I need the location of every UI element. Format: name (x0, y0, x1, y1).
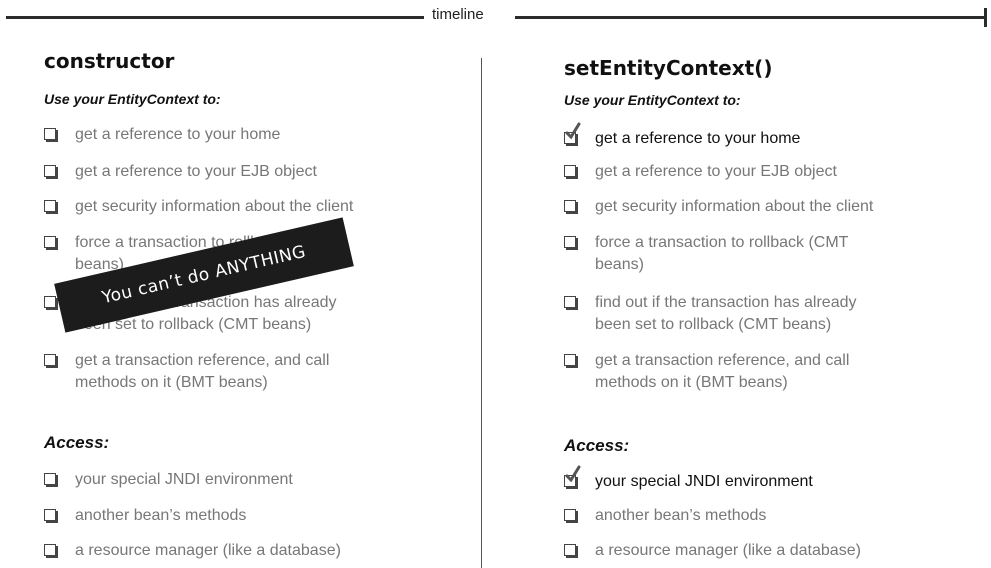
checklist-item-text: another bean’s methods (75, 507, 247, 524)
checkbox-icon (564, 296, 576, 308)
checklist-item-text: get a transaction reference, and call me… (75, 352, 330, 391)
checklist-item-text: get a reference to your EJB object (75, 163, 317, 180)
checklist-item-text: get security information about the clien… (75, 198, 354, 215)
checklist-item-text: a resource manager (like a database) (595, 542, 861, 559)
checkmark-icon (565, 465, 581, 483)
checklist-item-text: your special JNDI environment (595, 473, 813, 490)
checkbox-icon (44, 165, 56, 177)
checkbox-icon (44, 200, 56, 212)
column-divider (481, 58, 482, 568)
checklist-item-text: your special JNDI environment (75, 471, 293, 488)
checklist-item-text: get a reference to your home (75, 126, 281, 143)
checklist-item-text: force a transaction to rollback (CMT bea… (595, 234, 849, 273)
set-entity-context-heading: setEntityContext() (564, 56, 773, 80)
timeline-line-left (6, 16, 424, 19)
checkbox-icon (564, 509, 576, 521)
checkbox-icon (564, 165, 576, 177)
checkbox-icon (44, 128, 56, 140)
checklist-item-text: a resource manager (like a database) (75, 542, 341, 559)
checkbox-icon (564, 354, 576, 366)
checkbox-icon (44, 296, 56, 308)
timeline-label: timeline (432, 6, 484, 23)
context-label: Use your EntityContext to: (564, 92, 741, 108)
checklist-item-text: get security information about the clien… (595, 198, 874, 215)
constructor-heading: constructor (44, 49, 175, 73)
timeline-line-right (515, 16, 984, 19)
checkbox-icon (44, 509, 56, 521)
checklist-item-text: get a reference to your home (595, 130, 801, 147)
checklist-item-text: another bean’s methods (595, 507, 767, 524)
checklist-item-text: get a transaction reference, and call me… (595, 352, 850, 391)
access-label: Access: (44, 433, 110, 452)
checkbox-icon (564, 544, 576, 556)
checkbox-icon (44, 354, 56, 366)
checklist-item-text: find out if the transaction has already … (595, 294, 857, 333)
access-label: Access: (564, 436, 630, 455)
checkbox-icon (44, 473, 56, 485)
checklist-item-text: get a reference to your EJB object (595, 163, 837, 180)
checkbox-icon (44, 236, 56, 248)
timeline-end-cap (984, 8, 987, 27)
checkbox-icon (44, 544, 56, 556)
checkmark-icon (565, 122, 581, 140)
context-label: Use your EntityContext to: (44, 91, 221, 107)
checkbox-icon (564, 200, 576, 212)
checkbox-icon (564, 236, 576, 248)
